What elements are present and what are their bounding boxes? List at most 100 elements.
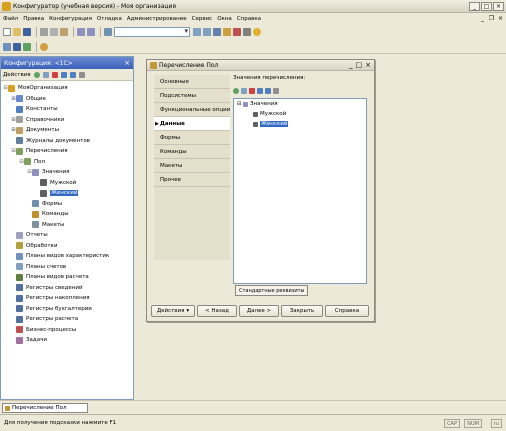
move-up-icon[interactable]	[60, 71, 67, 78]
window-tab-enumeration[interactable]: Перечисление Пол	[2, 403, 88, 413]
edit-icon[interactable]	[42, 71, 49, 78]
child-maximize-icon[interactable]: □	[356, 61, 363, 69]
close-window-button[interactable]: Закрыть	[281, 305, 323, 317]
tree-item-label: Журналы документов	[26, 137, 90, 144]
help-icon[interactable]	[253, 28, 261, 36]
tree-item[interactable]: Мужской	[1, 178, 133, 189]
tree-item[interactable]: Отчеты	[1, 230, 133, 241]
tree-item[interactable]: Задачи	[1, 335, 133, 346]
tree-item-icon	[32, 210, 39, 218]
child-minimize-icon[interactable]: _	[349, 61, 353, 69]
cut-icon[interactable]	[40, 28, 48, 36]
sort-icon[interactable]	[78, 71, 85, 78]
save-icon[interactable]	[23, 28, 31, 36]
mdi-close-icon[interactable]: ×	[497, 15, 504, 22]
search-all-icon[interactable]	[213, 28, 221, 36]
help-button[interactable]: Справка	[325, 305, 369, 317]
open-folder-icon[interactable]	[13, 28, 21, 36]
value-item[interactable]: ⊟ Значения	[234, 99, 366, 109]
edit-value-icon[interactable]	[241, 87, 247, 94]
menu-service[interactable]: Сервис	[192, 16, 213, 22]
tree-item[interactable]: Команды	[1, 209, 133, 220]
menu-debug[interactable]: Отладка	[97, 16, 122, 22]
open-config-icon[interactable]	[3, 42, 11, 51]
tree-item[interactable]: ⊞ Общие	[1, 94, 133, 105]
tree-item[interactable]: ⊞ Справочники	[1, 115, 133, 126]
find-prev-icon[interactable]	[203, 28, 211, 36]
add-icon[interactable]	[33, 71, 40, 78]
sort-icon[interactable]	[273, 87, 279, 94]
tree-item[interactable]: Регистры бухгалтерии	[1, 304, 133, 315]
tab-item[interactable]: Прочее	[154, 173, 230, 187]
tree-item[interactable]: ⊟ Значения	[1, 167, 133, 178]
delete-icon[interactable]	[51, 71, 58, 78]
tree-item-icon	[16, 284, 23, 292]
tree-item[interactable]: Планы видов расчета	[1, 272, 133, 283]
add-value-icon[interactable]	[233, 87, 239, 94]
move-down-icon[interactable]	[265, 87, 271, 94]
new-file-icon[interactable]	[3, 28, 11, 36]
tab-item[interactable]: Функциональные опции	[154, 103, 230, 117]
menu-windows[interactable]: Окна	[217, 16, 232, 22]
actions-menu[interactable]: Действия	[3, 72, 31, 78]
minimize-button[interactable]: _	[469, 2, 480, 11]
tree-item[interactable]: ⊟ Пол	[1, 157, 133, 168]
object-icon[interactable]	[223, 28, 231, 36]
save-config-icon[interactable]	[13, 42, 21, 51]
tree-item[interactable]: Регистры расчета	[1, 314, 133, 325]
tree-item[interactable]: Регистры сведений	[1, 283, 133, 294]
tab-item[interactable]: Данные	[154, 117, 230, 131]
copy-icon[interactable]	[50, 28, 58, 36]
child-close-icon[interactable]: ×	[365, 61, 371, 69]
panel-close-icon[interactable]: ×	[124, 59, 130, 67]
properties-icon[interactable]	[243, 28, 251, 36]
toolbar-separator	[36, 41, 37, 52]
tree-item[interactable]: Макеты	[1, 220, 133, 231]
tree-item[interactable]: ⊟ МояОрганизация	[1, 83, 133, 94]
tree-item[interactable]: Обработки	[1, 241, 133, 252]
close-button[interactable]: ×	[493, 2, 504, 11]
value-item[interactable]: Мужской	[234, 109, 366, 119]
mdi-restore-icon[interactable]: ❐	[488, 15, 495, 22]
mdi-minimize-icon[interactable]: _	[479, 15, 486, 22]
debug-icon[interactable]	[233, 28, 241, 36]
standard-attributes-button[interactable]: Стандартные реквизиты	[235, 285, 309, 296]
menu-edit[interactable]: Правка	[23, 16, 44, 22]
run-icon[interactable]	[40, 42, 48, 51]
move-up-icon[interactable]	[257, 87, 263, 94]
tree-item[interactable]: Бизнес-процессы	[1, 325, 133, 336]
paste-icon[interactable]	[60, 28, 68, 36]
tree-item[interactable]: Планы счетов	[1, 262, 133, 273]
find-icon[interactable]	[104, 28, 112, 36]
tree-item[interactable]: ⊞ Документы	[1, 125, 133, 136]
tab-item[interactable]: Формы	[154, 131, 230, 145]
tree-item[interactable]: Журналы документов	[1, 136, 133, 147]
update-db-icon[interactable]	[23, 42, 31, 51]
tree-item[interactable]: Константы	[1, 104, 133, 115]
tree-item[interactable]: Формы	[1, 199, 133, 210]
move-down-icon[interactable]	[69, 71, 76, 78]
tree-item[interactable]: Планы видов характеристик	[1, 251, 133, 262]
menu-configuration[interactable]: Конфигурация	[49, 16, 92, 22]
value-item[interactable]: Женский	[234, 119, 366, 129]
tab-item[interactable]: Основные	[154, 75, 230, 89]
status-bar: Для получения подсказки нажмите F1 CAP N…	[0, 414, 506, 431]
undo-icon[interactable]	[77, 28, 85, 36]
redo-icon[interactable]	[87, 28, 95, 36]
menu-administration[interactable]: Администрирование	[127, 16, 187, 22]
tab-item[interactable]: Макеты	[154, 159, 230, 173]
menu-help[interactable]: Справка	[237, 16, 261, 22]
find-next-icon[interactable]	[193, 28, 201, 36]
maximize-button[interactable]: □	[481, 2, 492, 11]
tab-item[interactable]: Команды	[154, 145, 230, 159]
back-button[interactable]: < Назад	[197, 305, 237, 317]
search-combobox[interactable]	[114, 27, 190, 37]
tree-item[interactable]: Регистры накопления	[1, 293, 133, 304]
next-button[interactable]: Далее >	[239, 305, 279, 317]
menu-file[interactable]: Файл	[3, 16, 18, 22]
actions-button[interactable]: Действия ▾	[151, 305, 195, 317]
tab-item[interactable]: Подсистемы	[154, 89, 230, 103]
tree-item[interactable]: ⊟ Перечисления	[1, 146, 133, 157]
tree-item[interactable]: Женский	[1, 188, 133, 199]
delete-value-icon[interactable]	[249, 87, 255, 94]
